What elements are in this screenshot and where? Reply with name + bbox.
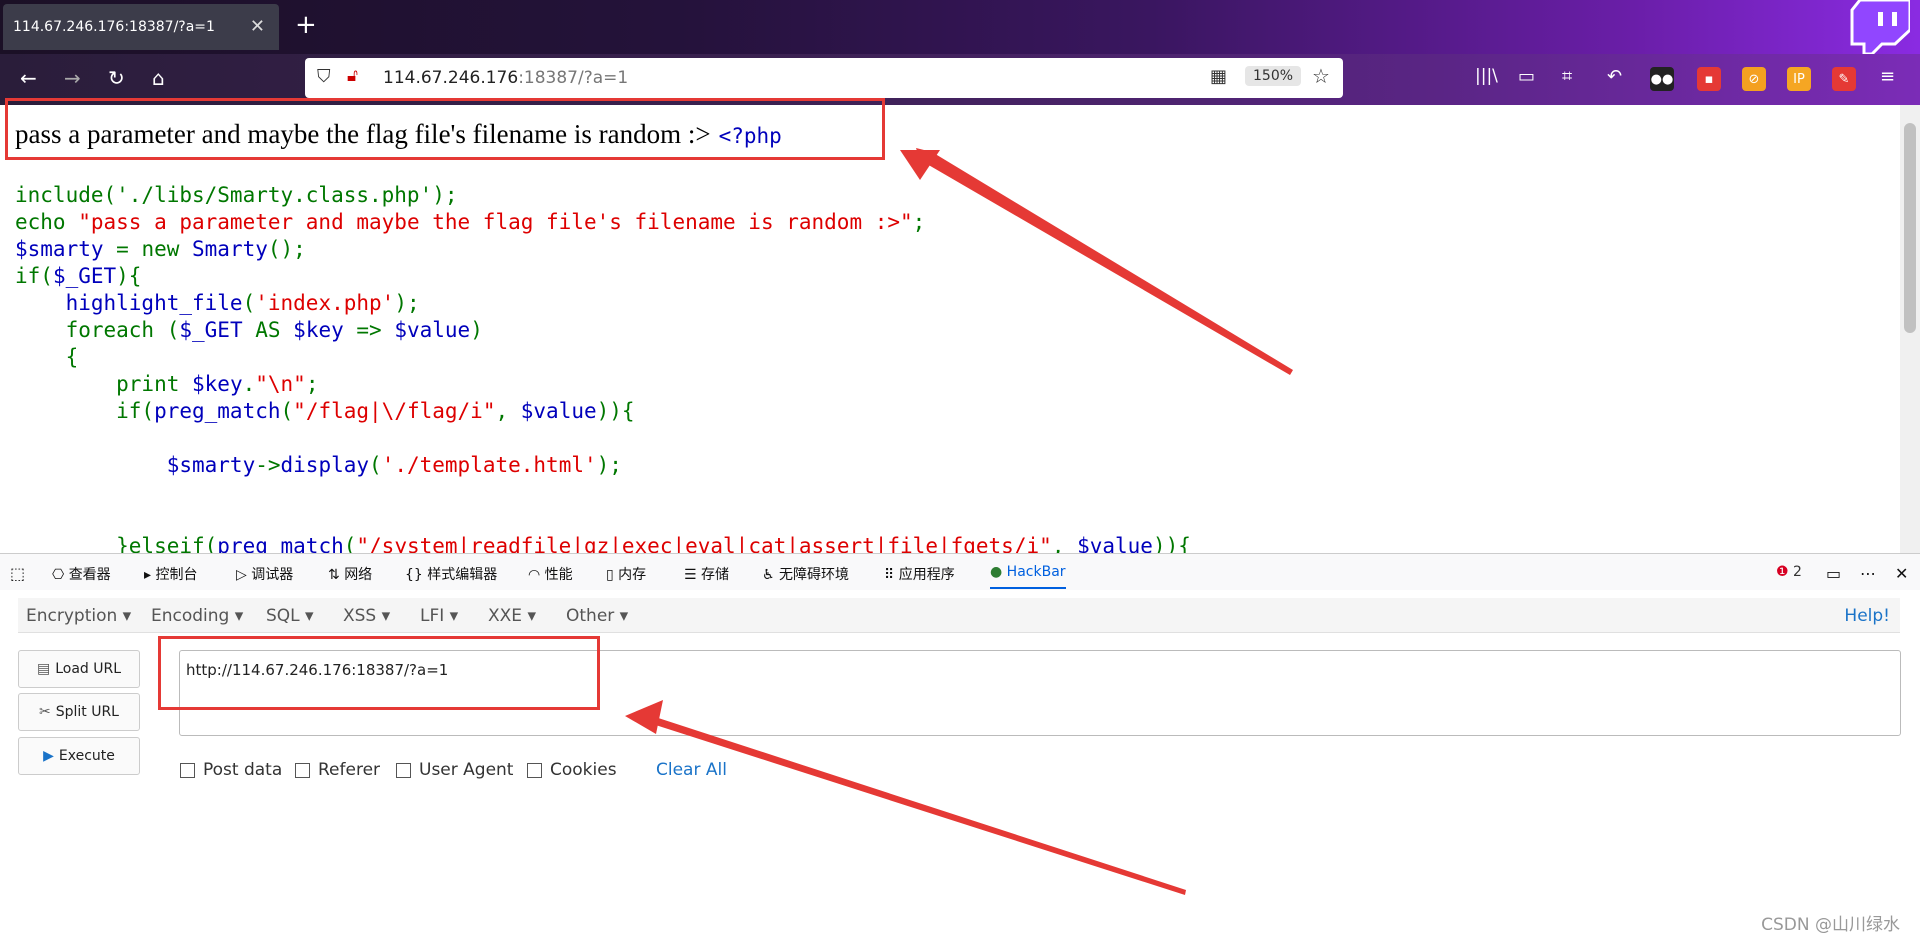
- annotation-arrow-bottom-head: [625, 700, 663, 734]
- annotation-arrow-bottom: [636, 712, 1186, 895]
- annotation-arrows: [625, 148, 1293, 895]
- annotation-arrow-top: [916, 148, 1293, 375]
